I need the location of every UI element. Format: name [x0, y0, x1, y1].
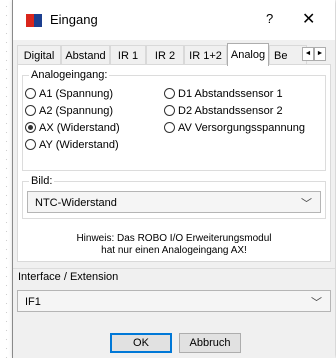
radio-d1[interactable]: D1 Abstandssensor 1 — [164, 88, 283, 100]
bild-label: Bild: — [29, 175, 55, 187]
tab-analog[interactable]: Analog — [227, 43, 269, 66]
radio-a1-icon — [25, 88, 36, 99]
radio-ay-icon — [25, 139, 36, 150]
radio-a1[interactable]: A1 (Spannung) — [25, 88, 113, 100]
window-title: Eingang — [50, 12, 98, 27]
radio-a2-icon — [25, 105, 36, 116]
ok-button[interactable]: OK — [110, 333, 172, 353]
interface-select[interactable]: IF1 ﹀ — [17, 290, 331, 312]
tab-ir1[interactable]: IR 1 — [110, 45, 146, 65]
bild-select-value: NTC-Widerstand — [35, 197, 117, 209]
radio-ax[interactable]: AX (Widerstand) — [25, 122, 120, 134]
radio-a2[interactable]: A2 (Spannung) — [25, 105, 113, 117]
cancel-button[interactable]: Abbruch — [179, 333, 241, 353]
app-icon — [26, 14, 42, 27]
hint-line-2: hat nur einen Analogeingang AX! — [101, 245, 247, 256]
radio-d2[interactable]: D2 Abstandssensor 2 — [164, 105, 283, 117]
radio-ay-label: AY (Widerstand) — [39, 139, 119, 151]
tab-scroll-left-icon[interactable]: ◄ — [302, 47, 314, 61]
analogeingang-group: Analogeingang: A1 (Spannung) A2 (Spannun… — [22, 69, 326, 171]
analog-tab-panel: Analogeingang: A1 (Spannung) A2 (Spannun… — [17, 64, 331, 262]
tab-abstand[interactable]: Abstand — [61, 45, 110, 65]
bild-select[interactable]: NTC-Widerstand ﹀ — [27, 191, 321, 213]
close-icon[interactable]: ✕ — [302, 9, 315, 29]
interface-group: Interface / Extension IF1 ﹀ — [13, 268, 335, 314]
radio-a1-label: A1 (Spannung) — [39, 88, 113, 100]
eingang-dialog: Eingang ? ✕ Digital Abstand IR 1 IR 2 IR… — [12, 0, 335, 358]
radio-av[interactable]: AV Versorgungsspannung — [164, 122, 305, 134]
radio-d2-icon — [164, 105, 175, 116]
tab-ir1-2[interactable]: IR 1+2 — [184, 45, 227, 65]
chevron-down-icon: ﹀ — [311, 297, 322, 309]
radio-d1-icon — [164, 88, 175, 99]
radio-ay[interactable]: AY (Widerstand) — [25, 139, 119, 151]
radio-ax-checked-icon — [25, 122, 36, 133]
analogeingang-label: Analogeingang: — [29, 69, 110, 81]
radio-av-label: AV Versorgungsspannung — [178, 122, 305, 134]
chevron-down-icon: ﹀ — [301, 198, 312, 210]
help-button[interactable]: ? — [266, 11, 273, 26]
radio-a2-label: A2 (Spannung) — [39, 105, 113, 117]
radio-d2-label: D2 Abstandssensor 2 — [178, 105, 283, 117]
interface-label: Interface / Extension — [18, 271, 119, 283]
tab-scroll-right-icon[interactable]: ► — [314, 47, 326, 61]
bild-group: Bild: NTC-Widerstand ﹀ — [22, 175, 326, 219]
radio-d1-label: D1 Abstandssensor 1 — [178, 88, 283, 100]
tab-strip: Digital Abstand IR 1 IR 2 IR 1+2 Analog … — [17, 43, 331, 66]
radio-av-icon — [164, 122, 175, 133]
tab-ir2[interactable]: IR 2 — [146, 45, 184, 65]
tab-digital[interactable]: Digital — [17, 45, 61, 65]
interface-select-value: IF1 — [25, 296, 41, 308]
title-bar: Eingang ? ✕ — [13, 0, 335, 40]
radio-ax-label: AX (Widerstand) — [39, 122, 120, 134]
hint-line-1: Hinweis: Das ROBO I/O Erweiterungsmodul — [76, 233, 272, 244]
